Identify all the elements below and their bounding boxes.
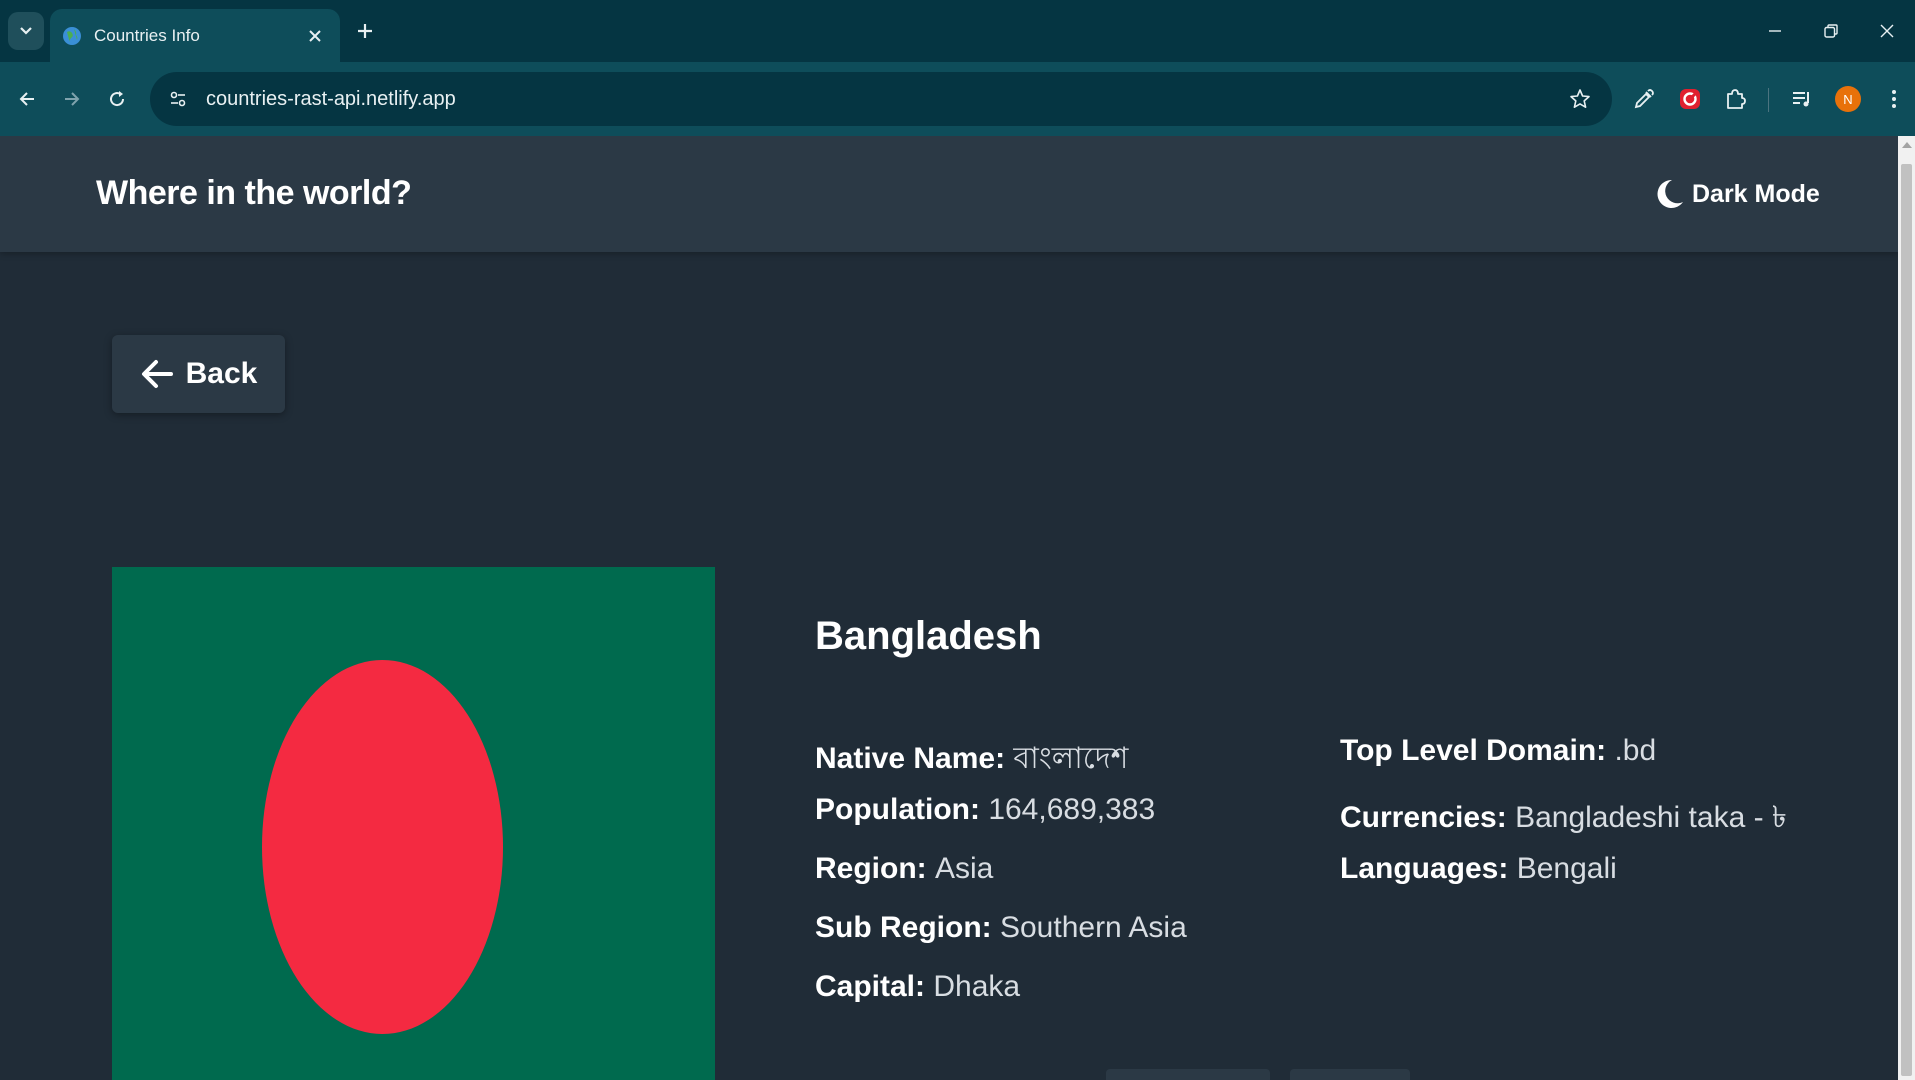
close-icon (1880, 24, 1894, 38)
arrow-left-icon (140, 357, 174, 391)
reload-icon (110, 91, 125, 107)
detail-label: Capital: (815, 970, 934, 1003)
dark-mode-label: Dark Mode (1692, 179, 1820, 208)
moon-icon (1656, 178, 1684, 210)
minimize-button[interactable] (1747, 0, 1803, 62)
detail-value: বাংলাদেশ (1013, 742, 1129, 775)
detail-label: Languages: (1340, 852, 1517, 885)
extensions-button[interactable] (1715, 79, 1755, 119)
back-button-label: Back (185, 357, 258, 390)
detail-value: Asia (935, 852, 994, 885)
back-nav-button[interactable] (7, 79, 47, 119)
detail-label: Sub Region: (815, 911, 1000, 944)
browser-tabstrip: Countries Info (0, 0, 1915, 62)
puzzle-icon (1727, 89, 1746, 109)
plus-icon (358, 24, 372, 38)
site-header: Where in the world? Dark Mode (0, 136, 1898, 252)
avatar: N (1835, 86, 1861, 112)
browser-toolbar: countries-rast-api.netlify.app N (0, 62, 1915, 136)
detail-value: Bengali (1516, 852, 1617, 885)
detail-label: Currencies: (1340, 801, 1516, 834)
dark-mode-toggle[interactable]: Dark Mode (1656, 174, 1820, 214)
detail-value: Southern Asia (999, 911, 1187, 944)
flag-red-disc (262, 660, 503, 1034)
detail-languages: Languages: Bengali (1340, 852, 1787, 911)
country-name: Bangladesh (815, 614, 1042, 658)
reload-button[interactable] (97, 79, 137, 119)
forward-nav-button[interactable] (52, 79, 92, 119)
red-extension-button[interactable] (1670, 79, 1710, 119)
tab-search-button[interactable] (8, 12, 44, 50)
playlist-icon (1793, 92, 1809, 107)
bookmark-star-icon[interactable] (1558, 77, 1602, 121)
page-viewport: Where in the world? Dark Mode Back Bangl… (0, 136, 1898, 1080)
restore-button[interactable] (1803, 0, 1859, 62)
site-info-icon[interactable] (156, 77, 200, 121)
detail-top-level-domain: Top Level Domain: .bd (1340, 734, 1787, 793)
url-text[interactable]: countries-rast-api.netlify.app (206, 88, 1558, 111)
window-controls (1747, 0, 1915, 62)
back-button[interactable]: Back (112, 335, 285, 413)
detail-label: Region: (815, 852, 935, 885)
toolbar-divider (1768, 88, 1769, 112)
eyedropper-icon (1634, 89, 1654, 109)
country-flag (112, 567, 715, 1080)
globe-icon (62, 26, 82, 46)
profile-button[interactable]: N (1828, 79, 1868, 119)
detail-native-name: Native Name: বাংলাদেশ (815, 734, 1187, 793)
arrow-left-icon (19, 92, 34, 106)
browser-menu-button[interactable] (1874, 79, 1914, 119)
close-icon[interactable] (304, 25, 326, 47)
restore-icon (1824, 24, 1838, 38)
detail-currencies: Currencies: Bangladeshi taka - ৳ (1340, 793, 1787, 852)
address-bar[interactable]: countries-rast-api.netlify.app (150, 72, 1612, 126)
detail-sub-region: Sub Region: Southern Asia (815, 911, 1187, 970)
extension-badge-icon (1680, 89, 1700, 109)
arrow-right-icon (65, 92, 80, 106)
detail-value: Dhaka (933, 970, 1021, 1003)
scrollbar-thumb[interactable] (1901, 164, 1912, 1076)
more-vertical-icon (1892, 90, 1896, 108)
eyedropper-extension-button[interactable] (1624, 79, 1664, 119)
border-country-chip[interactable] (1106, 1069, 1270, 1080)
detail-value: Bangladeshi taka - ৳ (1515, 801, 1787, 834)
media-controls-button[interactable] (1782, 79, 1822, 119)
border-country-chip[interactable] (1290, 1069, 1410, 1080)
close-window-button[interactable] (1859, 0, 1915, 62)
detail-label: Top Level Domain: (1340, 734, 1615, 767)
site-title: Where in the world? (96, 174, 412, 212)
new-tab-button[interactable] (350, 16, 380, 46)
tab-title: Countries Info (94, 25, 200, 45)
minimize-icon (1769, 30, 1781, 32)
browser-tab[interactable]: Countries Info (50, 9, 340, 62)
details-primary: Native Name: বাংলাদেশ Population: 164,68… (815, 734, 1187, 1029)
detail-capital: Capital: Dhaka (815, 970, 1187, 1029)
detail-value: 164,689,383 (988, 793, 1156, 826)
scroll-up-arrow-icon[interactable] (1902, 142, 1912, 148)
detail-label: Population: (815, 793, 989, 826)
chevron-down-icon (20, 27, 32, 35)
page-scrollbar[interactable] (1898, 136, 1915, 1080)
detail-region: Region: Asia (815, 852, 1187, 911)
details-secondary: Top Level Domain: .bd Currencies: Bangla… (1340, 734, 1787, 911)
detail-label: Native Name: (815, 742, 1014, 775)
detail-value: .bd (1614, 734, 1657, 767)
detail-population: Population: 164,689,383 (815, 793, 1187, 852)
